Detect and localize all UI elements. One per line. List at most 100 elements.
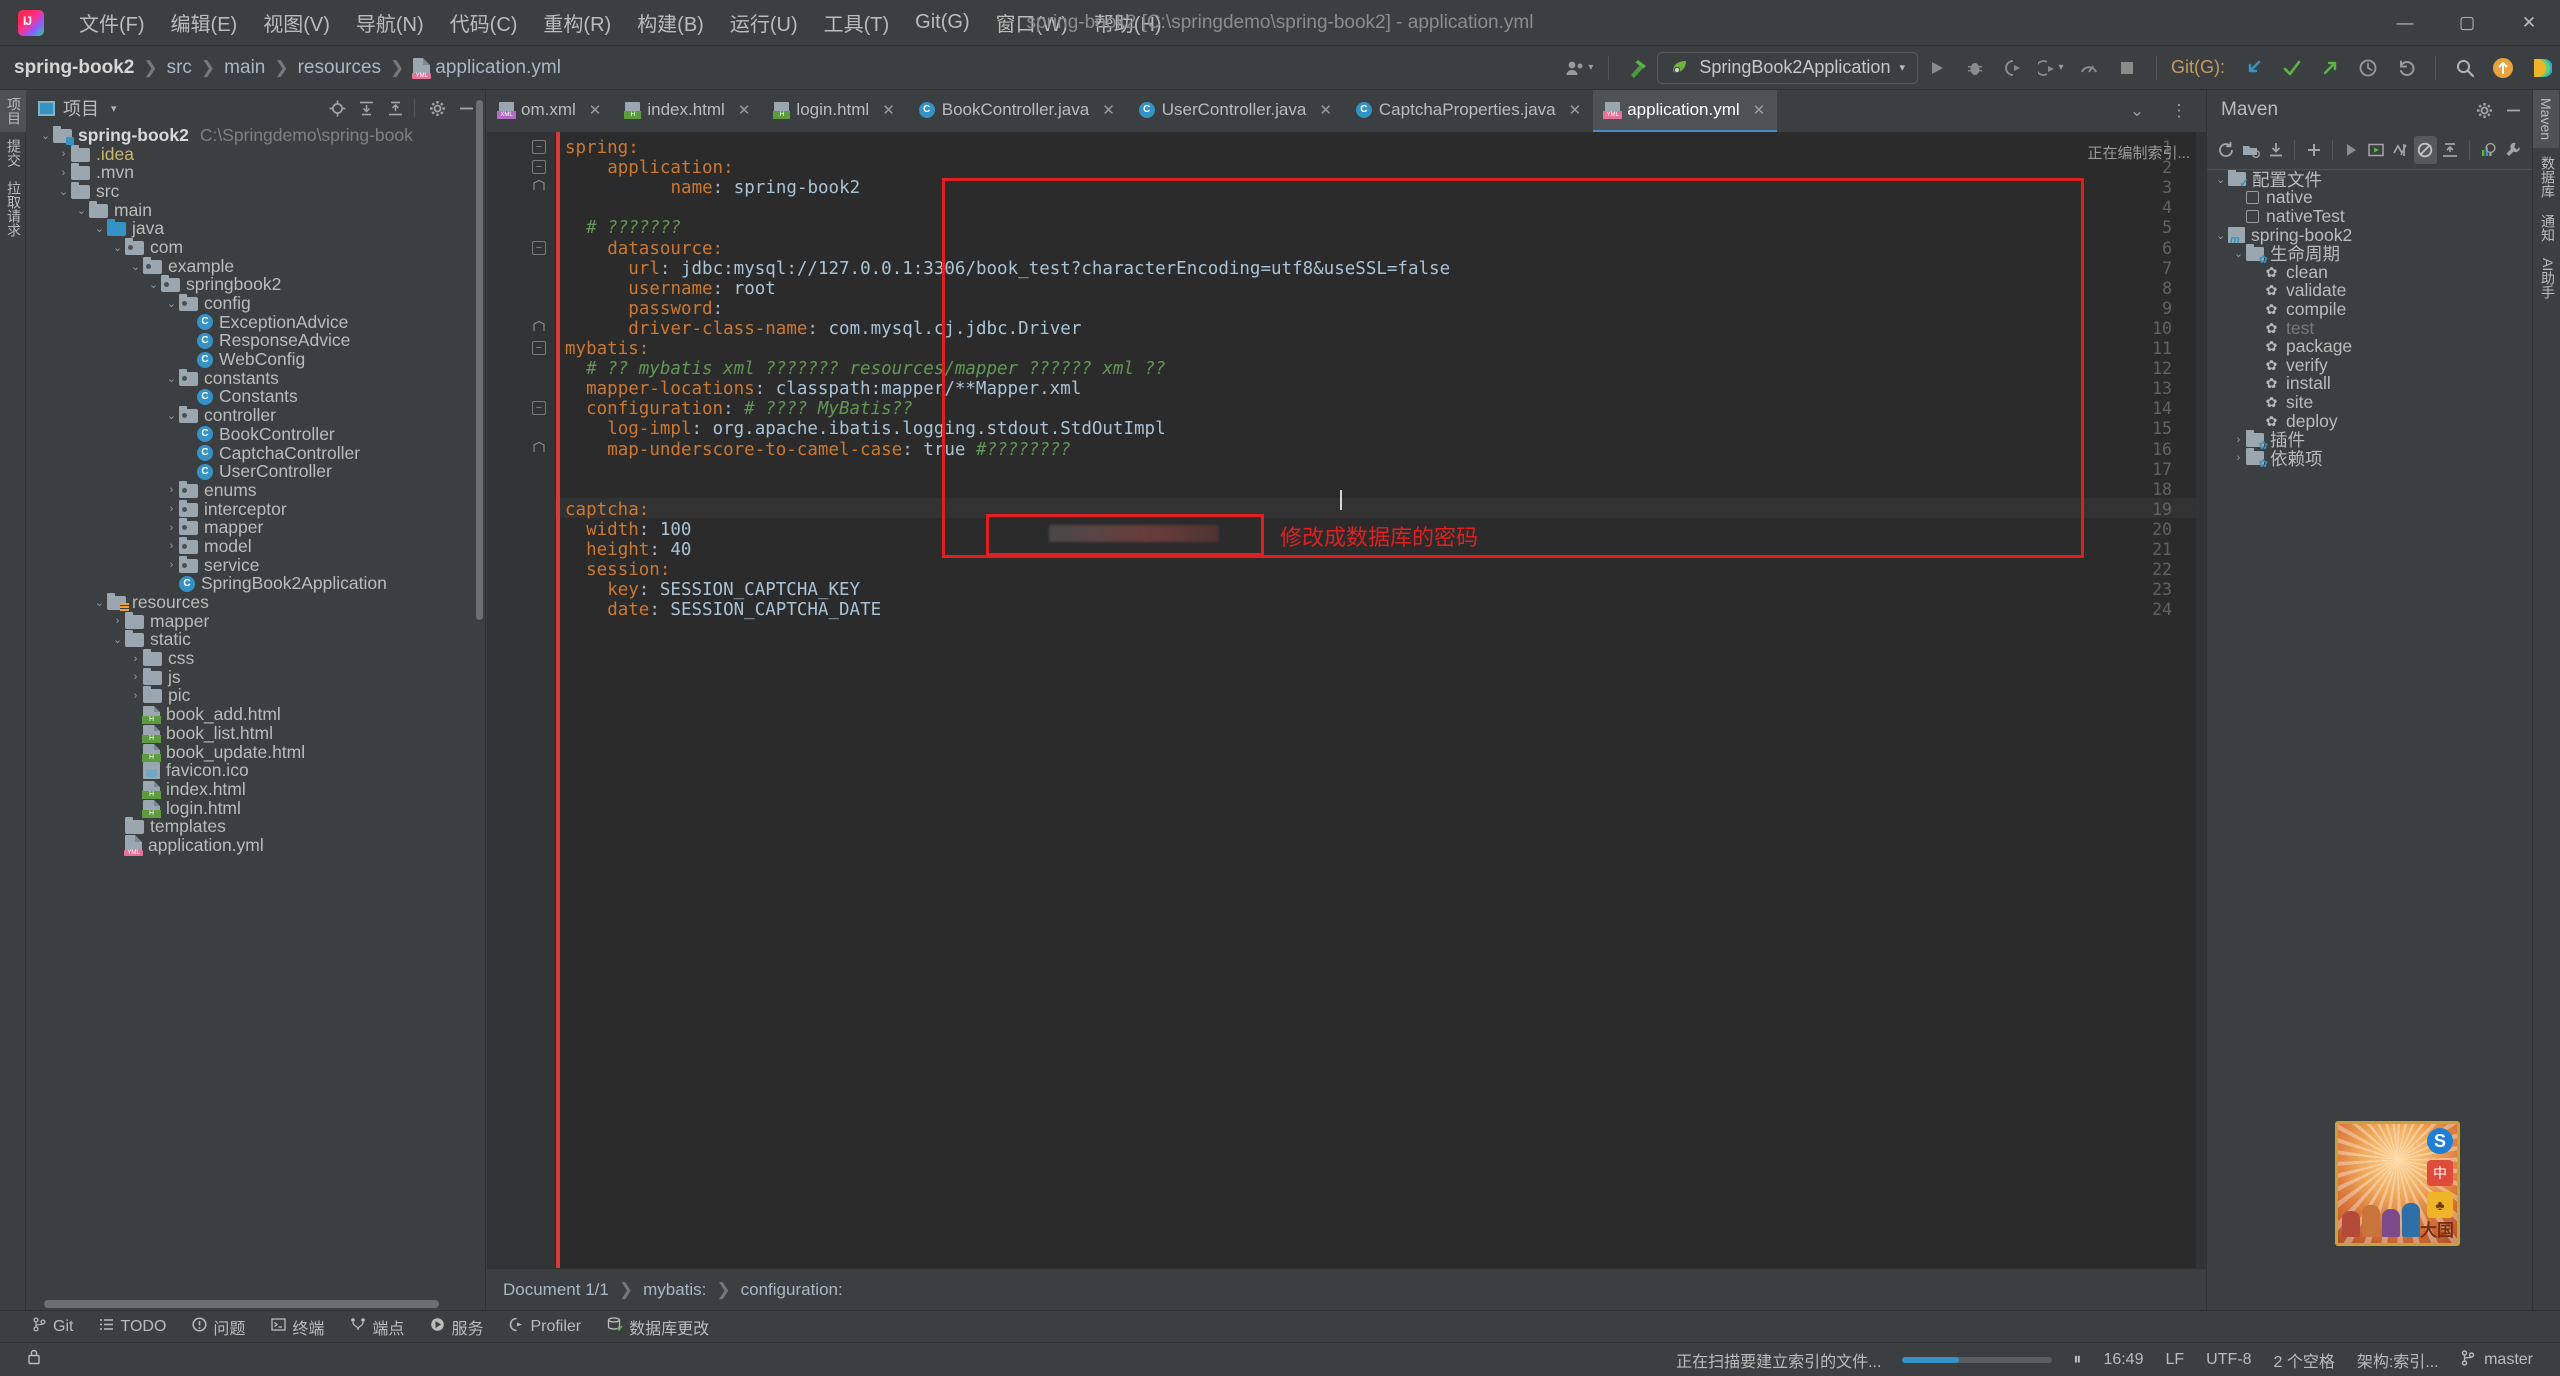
editor-tab-om-xml[interactable]: om.xml✕ <box>487 90 613 132</box>
tree-row[interactable]: ›model <box>26 537 485 556</box>
tree-expand-arrow[interactable]: › <box>164 503 179 515</box>
breadcrumb-main[interactable]: main <box>224 57 265 79</box>
tree-row[interactable]: ⌄static <box>26 631 485 650</box>
rail-item-database[interactable]: 数据库 <box>2533 148 2560 206</box>
ide-assistant-icon[interactable] <box>2526 53 2556 83</box>
lock-icon[interactable] <box>16 1349 52 1370</box>
tree-row[interactable]: CExceptionAdvice <box>26 313 485 332</box>
maven-tree-row[interactable]: nativeTest <box>2207 207 2532 226</box>
tree-row[interactable]: templates <box>26 817 485 836</box>
code-line[interactable]: # ?? mybatis xml ??????? resources/mappe… <box>586 359 1165 379</box>
tree-expand-arrow[interactable]: ⌄ <box>110 633 125 646</box>
tree-row[interactable]: index.html <box>26 780 485 799</box>
tree-row[interactable]: ›css <box>26 649 485 668</box>
debug-icon[interactable] <box>1960 53 1990 83</box>
editor-tab-index-html[interactable]: index.html✕ <box>613 90 762 132</box>
editor-tab-bookcontroller-java[interactable]: BookController.java✕ <box>907 90 1127 132</box>
tree-row[interactable]: ›js <box>26 668 485 687</box>
tree-expand-arrow[interactable]: ⌄ <box>92 222 107 235</box>
tree-row[interactable]: ⌄controller <box>26 406 485 425</box>
tree-row[interactable]: CUserController <box>26 462 485 481</box>
tool-window-profiler[interactable]: Profiler <box>499 1314 591 1340</box>
floating-overlay-widget[interactable]: S 中 ♣ 大国 <box>2335 1121 2460 1246</box>
hide-panel-icon[interactable] <box>2500 97 2526 123</box>
maven-tree-row[interactable]: ✿verify <box>2207 356 2532 375</box>
chevron-down-icon[interactable]: ▾ <box>111 102 117 115</box>
project-tree-vertical-scrollbar[interactable] <box>476 100 483 620</box>
maven-tree-row[interactable]: ›依赖项 <box>2207 449 2532 468</box>
menu-item-3[interactable]: 导航(N) <box>343 5 437 40</box>
code-content[interactable]: spring:application:name: spring-book2# ?… <box>565 132 2206 1268</box>
menu-item-5[interactable]: 重构(R) <box>530 5 624 40</box>
tree-expand-arrow[interactable]: ⌄ <box>38 129 53 142</box>
tree-row[interactable]: ⌄com <box>26 238 485 257</box>
code-line[interactable]: password: <box>628 299 733 319</box>
editor-gutter[interactable] <box>487 132 555 1268</box>
collapse-all-icon[interactable] <box>382 95 408 121</box>
badge-tool[interactable]: ♣ <box>2427 1192 2453 1218</box>
rail-item-pullrequests[interactable]: 拉取请求 <box>0 174 28 244</box>
tree-row[interactable]: ›.idea <box>26 145 485 164</box>
tab-close-icon[interactable]: ✕ <box>882 101 895 119</box>
breadcrumb-resources[interactable]: resources <box>298 57 381 79</box>
project-file-tree[interactable]: ⌄spring-book2C:\Springdemo\spring-book›.… <box>26 126 485 1310</box>
tree-expand-arrow[interactable]: › <box>128 671 143 683</box>
code-line[interactable]: mybatis: <box>565 339 649 359</box>
analyze-dependencies-icon[interactable] <box>2476 136 2499 164</box>
tab-close-icon[interactable]: ✕ <box>589 101 602 119</box>
yaml-path-configuration[interactable]: configuration: <box>741 1280 843 1300</box>
updates-icon[interactable] <box>2488 53 2518 83</box>
gear-icon[interactable] <box>2471 97 2497 123</box>
tab-options-icon[interactable]: ⋮ <box>2164 96 2194 126</box>
breadcrumb-file[interactable]: application.yml <box>435 57 561 79</box>
tree-expand-arrow[interactable]: › <box>56 167 71 179</box>
file-encoding[interactable]: UTF-8 <box>2195 1351 2262 1369</box>
git-history-icon[interactable] <box>2353 53 2383 83</box>
tree-expand-arrow[interactable]: › <box>128 690 143 702</box>
menu-item-2[interactable]: 视图(V) <box>250 5 343 40</box>
tree-expand-arrow[interactable]: ⌄ <box>164 297 179 310</box>
indent-setting[interactable]: 2 个空格 <box>2262 1348 2345 1372</box>
add-icon[interactable] <box>2302 136 2325 164</box>
code-fold-marker[interactable]: − <box>532 160 546 174</box>
toggle-offline-mode-icon[interactable] <box>2414 136 2437 164</box>
code-line[interactable]: map-underscore-to-camel-case: true #????… <box>607 440 1071 460</box>
maven-tree-row[interactable]: ✿deploy <box>2207 412 2532 431</box>
menu-item-7[interactable]: 运行(U) <box>717 5 811 40</box>
tree-row[interactable]: book_list.html <box>26 724 485 743</box>
tree-expand-arrow[interactable]: › <box>56 148 71 160</box>
tree-expand-arrow[interactable]: ⌄ <box>164 409 179 422</box>
tree-row[interactable]: ›.mvn <box>26 163 485 182</box>
code-fold-marker[interactable] <box>532 321 546 335</box>
code-fold-marker[interactable] <box>532 180 546 194</box>
hammer-icon[interactable] <box>1623 53 1653 83</box>
tree-row[interactable]: ›pic <box>26 687 485 706</box>
menu-item-9[interactable]: Git(G) <box>902 8 982 37</box>
badge-language[interactable]: 中 <box>2427 1160 2453 1186</box>
maven-tree-row[interactable]: ✿install <box>2207 375 2532 394</box>
tree-row[interactable]: CSpringBook2Application <box>26 575 485 594</box>
tree-row[interactable]: CCaptchaController <box>26 444 485 463</box>
git-commit-icon[interactable] <box>2277 53 2307 83</box>
editor-tab-usercontroller-java[interactable]: UserController.java✕ <box>1127 90 1344 132</box>
locate-icon[interactable] <box>324 95 350 121</box>
tree-row[interactable]: CBookController <box>26 425 485 444</box>
code-line[interactable]: application: <box>607 158 733 178</box>
tool-window-服务[interactable]: 服务 <box>420 1312 493 1342</box>
editor-tab-application-yml[interactable]: application.yml✕ <box>1593 90 1777 132</box>
tool-window-问题[interactable]: 问题 <box>182 1312 255 1342</box>
maven-tree-row[interactable]: ›插件 <box>2207 430 2532 449</box>
tab-close-icon[interactable]: ✕ <box>738 101 751 119</box>
rail-item-project[interactable]: 项目 <box>0 90 28 132</box>
tree-expand-arrow[interactable]: ⌄ <box>2213 173 2228 186</box>
tree-row[interactable]: ⌄src <box>26 182 485 201</box>
tree-row[interactable]: ⌄config <box>26 294 485 313</box>
code-line[interactable]: url: jdbc:mysql://127.0.0.1:3306/book_te… <box>628 259 1450 279</box>
run-maven-build-icon[interactable] <box>2365 136 2388 164</box>
tree-row[interactable]: ›service <box>26 556 485 575</box>
toggle-skip-tests-icon[interactable] <box>2389 136 2412 164</box>
maven-tree-row[interactable]: native <box>2207 189 2532 208</box>
tree-expand-arrow[interactable]: › <box>110 615 125 627</box>
tree-row[interactable]: ⌄spring-book2C:\Springdemo\spring-book <box>26 126 485 145</box>
tree-expand-arrow[interactable]: ⌄ <box>110 241 125 254</box>
